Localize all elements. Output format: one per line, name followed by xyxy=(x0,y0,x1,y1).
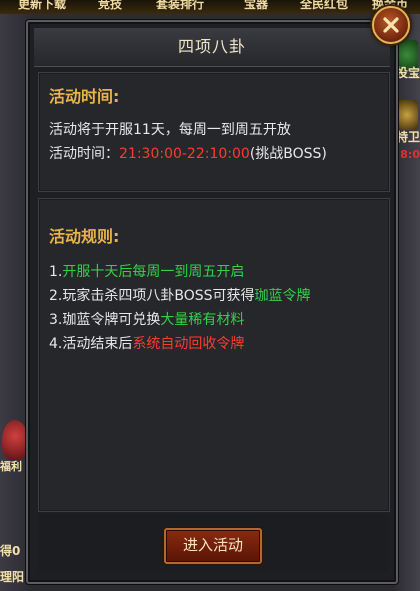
rule-number: 1. xyxy=(49,264,63,280)
time-section: 活动时间: 活动将于开服11天，每周一到周五开放 活动时间：21:30:00-2… xyxy=(38,72,390,192)
time-suffix: (挑战BOSS) xyxy=(249,146,327,162)
background-right-label-3: 8:0 xyxy=(400,148,420,161)
time-line-2: 活动时间：21:30:00-22:10:00(挑战BOSS) xyxy=(49,143,327,163)
background-left-label-1: 福利 xyxy=(0,460,22,473)
background-right-icon-2[interactable] xyxy=(396,100,418,130)
close-icon xyxy=(383,17,399,33)
rule-item: 2.玩家击杀四项八卦BOSS可获得珈蓝令牌 xyxy=(49,285,311,305)
dialog-title: 四项八卦 xyxy=(177,37,246,56)
menu-item-redpacket[interactable]: 全民红包 xyxy=(300,0,348,11)
rule-highlight: 开服十天后每周一到周五开启 xyxy=(62,264,245,280)
menu-item-ranking[interactable]: 套装排行 xyxy=(156,0,204,11)
activity-dialog: 四项八卦 活动时间: 活动将于开服11天，每周一到周五开放 活动时间：21:30… xyxy=(26,20,398,584)
background-left-label-2: 得0 xyxy=(0,544,21,558)
menu-item-update[interactable]: 更新下载 xyxy=(18,0,66,11)
rule-text: 3.珈蓝令牌可兑换 xyxy=(49,312,161,328)
background-welfare-icon[interactable] xyxy=(2,420,28,460)
background-right-label-2: 特卫 xyxy=(395,130,420,144)
rules-heading: 活动规则: xyxy=(49,227,120,246)
time-label: 活动时间： xyxy=(49,146,119,162)
rule-item: 4.活动结束后系统自动回收令牌 xyxy=(49,333,244,353)
background-top-menu: 更新下载 竞技 套装排行 宝器 全民红包 换金币 xyxy=(0,0,420,14)
background-right-label-1: 投宝 xyxy=(395,66,420,80)
dialog-title-bar: 四项八卦 xyxy=(34,28,390,67)
menu-item-treasure[interactable]: 宝器 xyxy=(244,0,268,11)
menu-item-arena[interactable]: 竞技 xyxy=(98,0,122,11)
rule-highlight: 珈蓝令牌 xyxy=(254,288,311,304)
close-button[interactable] xyxy=(372,6,410,44)
background-left-label-3: 理阳 xyxy=(0,570,25,584)
rule-text: 2.玩家击杀四项八卦BOSS可获得 xyxy=(49,288,255,304)
time-value: 21:30:00-22:10:00 xyxy=(119,146,250,162)
rule-item: 3.珈蓝令牌可兑换大量稀有材料 xyxy=(49,309,244,329)
rule-item: 1.开服十天后每周一到周五开启 xyxy=(49,261,244,281)
time-heading: 活动时间: xyxy=(49,87,120,106)
enter-activity-button[interactable]: 进入活动 xyxy=(164,528,262,564)
time-line-1: 活动将于开服11天，每周一到周五开放 xyxy=(49,122,291,138)
rule-text: 4.活动结束后 xyxy=(49,336,133,352)
rule-highlight: 大量稀有材料 xyxy=(160,312,245,328)
rule-highlight: 系统自动回收令牌 xyxy=(132,336,245,352)
rules-section: 活动规则: 1.开服十天后每周一到周五开启 2.玩家击杀四项八卦BOSS可获得珈… xyxy=(38,198,390,512)
